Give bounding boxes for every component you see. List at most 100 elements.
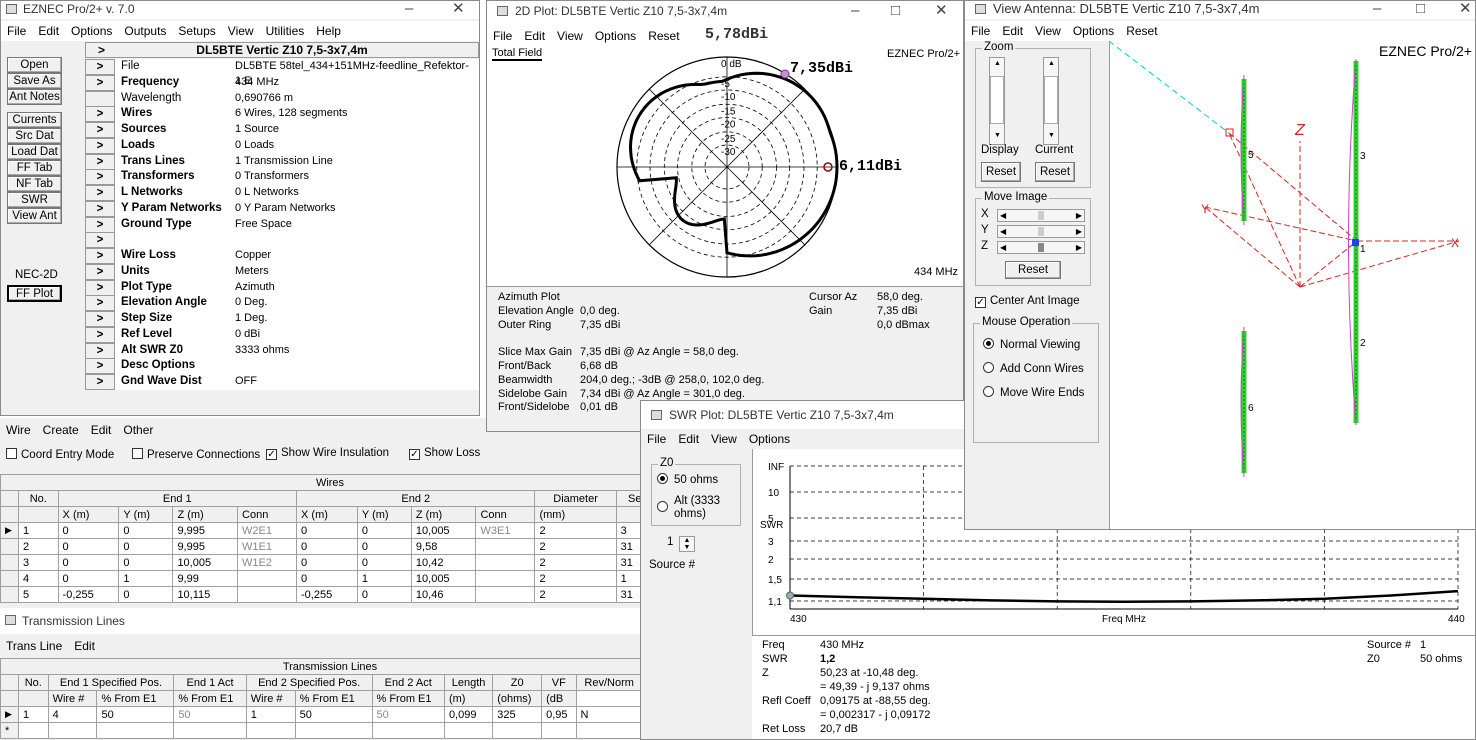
row-arrow-button[interactable]: > bbox=[85, 232, 115, 249]
table-cell[interactable]: 0 bbox=[356, 522, 412, 539]
table-cell[interactable]: 0 bbox=[118, 554, 174, 571]
table-cell[interactable]: 0 bbox=[57, 522, 120, 539]
table-cell[interactable]: 1 bbox=[18, 706, 49, 723]
table-row[interactable]: 3 0 0 10,005 W1E2 0 0 10,42 2 31 bbox=[0, 554, 642, 571]
table-cell[interactable]: W3E1 bbox=[475, 522, 536, 539]
table-cell[interactable]: 10,005 bbox=[172, 554, 239, 571]
show-insulation-checkbox[interactable]: ✓ Show Wire Insulation bbox=[266, 447, 389, 460]
minimize-icon[interactable]: – bbox=[405, 1, 413, 17]
table-cell[interactable]: 0 bbox=[118, 538, 174, 555]
table-cell[interactable]: 9,995 bbox=[172, 522, 239, 539]
table-cell[interactable]: 2 bbox=[534, 570, 617, 587]
table-row[interactable]: ▶145050150500,0993250,95N0 bbox=[0, 706, 642, 723]
menu-item-other[interactable]: Other bbox=[123, 423, 153, 437]
row-arrow-button[interactable]: > bbox=[85, 153, 115, 170]
table-cell[interactable]: 0 bbox=[296, 554, 358, 571]
table-cell[interactable]: 3 bbox=[18, 554, 59, 571]
close-icon[interactable]: ✕ bbox=[452, 1, 465, 17]
table-cell[interactable] bbox=[237, 570, 298, 587]
row-arrow-button[interactable]: > bbox=[85, 169, 115, 186]
menu-item-edit[interactable]: Edit bbox=[678, 432, 699, 446]
table-cell[interactable]: 9,58 bbox=[410, 538, 477, 555]
menu-item-options[interactable]: Options bbox=[749, 432, 790, 446]
open-button[interactable]: Open bbox=[7, 57, 62, 73]
row-selector[interactable]: ▶ bbox=[0, 706, 19, 723]
mouse-mode-add-conn-wires-radio[interactable]: Add Conn Wires bbox=[983, 362, 1084, 375]
minimize-icon[interactable]: – bbox=[851, 1, 859, 21]
menu-item-utilities[interactable]: Utilities bbox=[266, 24, 305, 38]
table-cell[interactable]: 0,95 bbox=[541, 706, 577, 723]
table-cell[interactable]: W1E1 bbox=[237, 538, 298, 555]
maximize-icon[interactable]: □ bbox=[1416, 1, 1425, 17]
table-cell[interactable]: 5 bbox=[18, 586, 59, 603]
nf-tab-button[interactable]: NF Tab bbox=[7, 176, 62, 192]
table-cell[interactable]: 0 bbox=[57, 538, 120, 555]
table-cell[interactable]: 3 bbox=[615, 522, 642, 539]
row-selector[interactable] bbox=[0, 538, 19, 555]
menu-item-edit[interactable]: Edit bbox=[74, 639, 95, 653]
table-cell[interactable]: 325 bbox=[492, 706, 543, 723]
swr-button[interactable]: SWR bbox=[7, 192, 62, 208]
row-arrow-button[interactable]: > bbox=[85, 311, 115, 327]
currents-button[interactable]: Currents bbox=[7, 112, 62, 128]
table-row[interactable]: ▶ 1 0 0 9,995 W2E1 0 0 10,005 W3E1 2 3 bbox=[0, 522, 642, 539]
row-arrow-button[interactable]: > bbox=[85, 122, 115, 138]
save-as-button[interactable]: Save As bbox=[7, 73, 62, 89]
table-cell[interactable]: 1 bbox=[18, 522, 59, 539]
row-arrow-button[interactable]: > bbox=[85, 342, 115, 359]
row-selector[interactable] bbox=[0, 554, 19, 571]
maximize-icon[interactable]: □ bbox=[891, 1, 900, 21]
close-icon[interactable]: ✕ bbox=[1459, 1, 1472, 17]
src-dat-button[interactable]: Src Dat bbox=[7, 128, 62, 144]
table-row[interactable]: 4 0 1 9,99 0 1 10,005 2 1 bbox=[0, 570, 642, 587]
table-cell[interactable]: W2E1 bbox=[237, 522, 298, 539]
row-arrow-button[interactable]: > bbox=[85, 59, 115, 75]
menu-item-view[interactable]: View bbox=[1035, 24, 1061, 38]
table-cell[interactable]: 1 bbox=[245, 706, 296, 723]
table-cell[interactable]: 10,005 bbox=[410, 570, 477, 587]
table-cell[interactable]: -0,255 bbox=[296, 586, 358, 603]
table-cell[interactable]: 0 bbox=[356, 586, 412, 603]
row-selector[interactable]: ▶ bbox=[0, 522, 19, 539]
table-cell[interactable]: 2 bbox=[534, 554, 617, 571]
table-cell[interactable]: 2 bbox=[534, 522, 617, 539]
menu-item-edit[interactable]: Edit bbox=[91, 423, 112, 437]
row-arrow-button[interactable]: > bbox=[85, 200, 115, 217]
preserve-connections-checkbox[interactable]: Preserve Connections bbox=[132, 448, 260, 461]
menu-item-options[interactable]: Options bbox=[1073, 24, 1114, 38]
table-cell[interactable]: 50 bbox=[96, 706, 175, 723]
table-cell[interactable] bbox=[237, 586, 298, 603]
table-cell[interactable]: 31 bbox=[615, 554, 642, 571]
row-arrow-button[interactable]: > bbox=[85, 137, 115, 154]
move-x-slider[interactable]: ◀ ▶ bbox=[997, 209, 1085, 222]
menu-item-help[interactable]: Help bbox=[316, 24, 341, 38]
z0-50-radio[interactable]: 50 ohms bbox=[657, 473, 718, 486]
menu-item-setups[interactable]: Setups bbox=[178, 24, 215, 38]
load-dat-button[interactable]: Load Dat bbox=[7, 144, 62, 160]
table-cell[interactable]: 9,99 bbox=[172, 570, 239, 587]
menu-item-edit[interactable]: Edit bbox=[524, 29, 545, 43]
table-cell[interactable]: 1 bbox=[118, 570, 174, 587]
row-arrow-button[interactable]: > bbox=[85, 74, 115, 91]
table-cell[interactable]: W1E2 bbox=[237, 554, 298, 571]
table-cell[interactable]: 10,115 bbox=[172, 586, 239, 603]
move-z-slider[interactable]: ◀ ▶ bbox=[997, 241, 1085, 254]
table-cell[interactable]: 0 bbox=[356, 554, 412, 571]
menu-item-trans-line[interactable]: Trans Line bbox=[6, 639, 62, 653]
source-spinner[interactable]: ▲ ▼ bbox=[679, 536, 695, 552]
row-selector[interactable] bbox=[0, 586, 19, 603]
menu-item-file[interactable]: File bbox=[971, 24, 990, 38]
row-arrow-button[interactable]: > bbox=[85, 358, 115, 375]
display-reset-button[interactable]: Reset bbox=[981, 162, 1021, 182]
row-arrow-button[interactable]: > bbox=[85, 185, 115, 201]
table-cell[interactable] bbox=[475, 554, 536, 571]
z0-alt-radio[interactable]: Alt (3333 ohms) bbox=[657, 495, 735, 521]
table-cell[interactable]: 9,995 bbox=[172, 538, 239, 555]
table-cell[interactable]: 4 bbox=[18, 570, 59, 587]
table-row[interactable]: 5 -0,255 0 10,115 -0,255 0 10,46 2 31 bbox=[0, 586, 642, 603]
menu-item-outputs[interactable]: Outputs bbox=[124, 24, 166, 38]
menu-item-options[interactable]: Options bbox=[71, 24, 112, 38]
menu-item-reset[interactable]: Reset bbox=[1126, 24, 1157, 38]
table-cell[interactable]: 0 bbox=[57, 554, 120, 571]
show-loss-checkbox[interactable]: ✓ Show Loss bbox=[409, 447, 480, 460]
